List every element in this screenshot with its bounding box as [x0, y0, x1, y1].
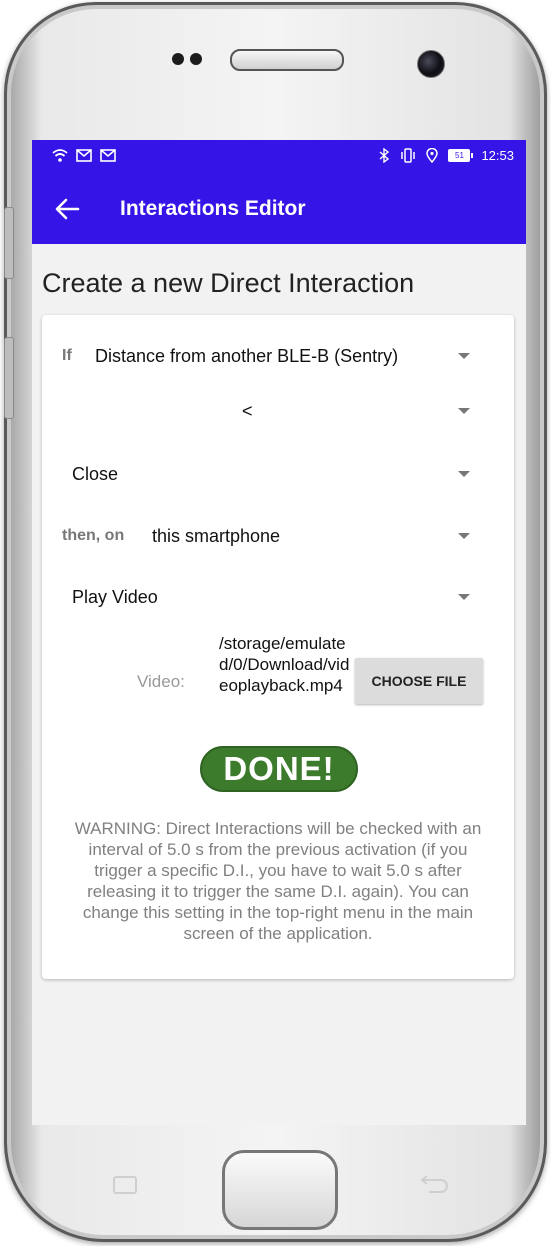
- front-camera: [417, 50, 445, 78]
- app-bar-title: Interactions Editor: [120, 197, 306, 220]
- distance-value: Close: [72, 464, 119, 484]
- target-value: this smartphone: [152, 526, 281, 546]
- distance-dropdown[interactable]: Close: [42, 455, 514, 495]
- light-sensor: [190, 53, 202, 65]
- target-dropdown[interactable]: then, on this smartphone: [42, 517, 514, 557]
- status-right-icons: 51 12:53: [376, 148, 514, 163]
- battery-level: 51: [448, 149, 471, 162]
- back-key-icon[interactable]: [413, 1172, 453, 1198]
- status-left-icons: [52, 148, 116, 163]
- status-bar: 51 12:53: [32, 140, 526, 175]
- page-title: Create a new Direct Interaction: [42, 268, 415, 298]
- action-dropdown[interactable]: Play Video: [42, 578, 514, 618]
- bluetooth-icon: [379, 148, 390, 163]
- chevron-down-icon: [458, 408, 470, 414]
- choose-file-button[interactable]: CHOOSE FILE: [355, 658, 483, 704]
- vibrate-icon: [401, 148, 416, 163]
- warning-text: WARNING: Direct Interactions will be che…: [74, 819, 482, 943]
- location-icon: [426, 148, 439, 163]
- gmail-icon: [76, 149, 92, 162]
- operator-dropdown[interactable]: <: [42, 392, 514, 432]
- status-time: 12:53: [481, 148, 514, 163]
- proximity-sensor: [172, 53, 184, 65]
- home-button[interactable]: [222, 1150, 338, 1230]
- target-prefix: then, on: [62, 527, 125, 544]
- video-label: Video:: [137, 672, 185, 691]
- recents-icon[interactable]: [108, 1172, 142, 1198]
- screen: 51 12:53 Interactions Editor Create a ne…: [32, 140, 526, 1125]
- battery-icon: 51: [448, 149, 474, 162]
- chevron-down-icon: [458, 533, 470, 539]
- video-file-path: /storage/emulated/0/Download/videoplayba…: [219, 634, 350, 695]
- earpiece-speaker: [230, 49, 344, 71]
- power-button: [4, 337, 14, 419]
- done-button[interactable]: DONE!: [200, 746, 358, 792]
- condition-dropdown[interactable]: If Distance from another BLE-B (Sentry): [42, 337, 514, 377]
- chevron-down-icon: [458, 471, 470, 477]
- condition-prefix: If: [62, 347, 72, 364]
- chevron-down-icon: [458, 594, 470, 600]
- wifi-icon: [52, 149, 68, 162]
- action-value: Play Video: [72, 587, 158, 607]
- chevron-down-icon: [458, 353, 470, 359]
- interaction-form-card: If Distance from another BLE-B (Sentry) …: [42, 315, 514, 979]
- volume-button: [4, 207, 14, 279]
- app-bar: Interactions Editor: [32, 175, 526, 244]
- condition-value: Distance from another BLE-B (Sentry): [95, 346, 399, 366]
- operator-value: <: [242, 401, 253, 421]
- gmail-icon: [100, 149, 116, 162]
- arrow-back-icon[interactable]: [50, 191, 86, 227]
